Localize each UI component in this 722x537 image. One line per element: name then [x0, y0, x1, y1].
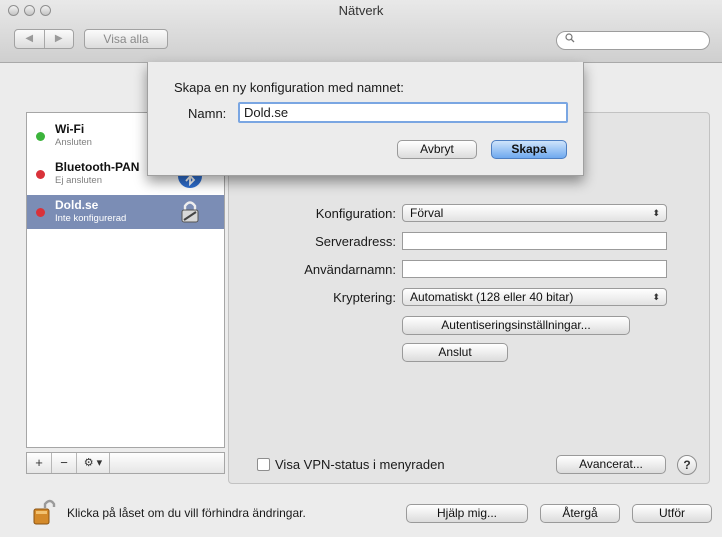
popup-arrows-icon: ⬍: [652, 292, 660, 302]
server-address-label: Serveradress:: [315, 234, 396, 249]
window-titlebar: Nätverk ◀ ▶ Visa alla: [0, 0, 722, 63]
back-arrow-icon[interactable]: ◀: [15, 30, 45, 48]
lock-icon[interactable]: [33, 498, 57, 526]
forward-arrow-icon[interactable]: ▶: [45, 30, 74, 48]
apply-button[interactable]: Utför: [632, 504, 712, 523]
search-field[interactable]: [556, 31, 710, 50]
status-dot-icon: [36, 132, 45, 141]
authentication-settings-button[interactable]: Autentiseringsinställningar...: [402, 316, 630, 335]
username-field[interactable]: [402, 260, 667, 278]
window-title: Nätverk: [338, 3, 384, 18]
vpn-lock-icon: [181, 201, 199, 223]
cancel-button[interactable]: Avbryt: [397, 140, 477, 159]
name-label: Namn:: [188, 106, 227, 121]
remove-service-button[interactable]: −: [52, 453, 77, 473]
history-nav: ◀ ▶: [14, 29, 74, 49]
configuration-popup[interactable]: Förval ⬍: [402, 204, 667, 222]
service-status: Inte konfigurerad: [55, 213, 127, 224]
add-service-button[interactable]: +: [27, 453, 52, 473]
service-name: Bluetooth-PAN: [55, 160, 140, 174]
username-label: Användarnamn:: [304, 262, 396, 277]
popup-arrows-icon: ⬍: [652, 208, 660, 218]
assist-me-button[interactable]: Hjälp mig...: [406, 504, 528, 523]
configuration-value: Förval: [410, 206, 444, 220]
new-configuration-sheet: Skapa en ny konfiguration med namnet: Na…: [147, 62, 584, 176]
create-button[interactable]: Skapa: [491, 140, 567, 159]
service-list-controls: + − ⚙ ▾: [26, 452, 225, 474]
status-dot-icon: [36, 208, 45, 217]
help-icon[interactable]: ?: [677, 455, 697, 475]
configuration-label: Konfiguration:: [315, 206, 396, 221]
advanced-button[interactable]: Avancerat...: [556, 455, 666, 474]
service-name: Wi-Fi: [55, 122, 85, 136]
search-icon: [565, 33, 575, 46]
sheet-prompt: Skapa en ny konfiguration med namnet:: [174, 80, 404, 95]
encryption-value: Automatiskt (128 eller 40 bitar): [410, 290, 574, 304]
encryption-label: Kryptering:: [333, 290, 396, 305]
server-address-field[interactable]: [402, 232, 667, 250]
service-status: Ej ansluten: [55, 175, 103, 186]
service-name: Dold.se: [55, 198, 99, 212]
status-dot-icon: [36, 170, 45, 179]
encryption-popup[interactable]: Automatiskt (128 eller 40 bitar) ⬍: [402, 288, 667, 306]
service-item-dold-se[interactable]: Dold.se Inte konfigurerad: [27, 195, 224, 229]
name-input[interactable]: Dold.se: [238, 102, 568, 123]
connect-button[interactable]: Anslut: [402, 343, 508, 362]
revert-button[interactable]: Återgå: [540, 504, 620, 523]
service-status: Ansluten: [55, 137, 92, 148]
vpn-status-checkbox[interactable]: [257, 458, 270, 471]
vpn-status-label: Visa VPN-status i menyraden: [275, 457, 445, 472]
show-all-button[interactable]: Visa alla: [84, 29, 168, 49]
action-menu-button[interactable]: ⚙ ▾: [77, 453, 110, 473]
lock-description: Klicka på låset om du vill förhindra änd…: [67, 506, 306, 520]
